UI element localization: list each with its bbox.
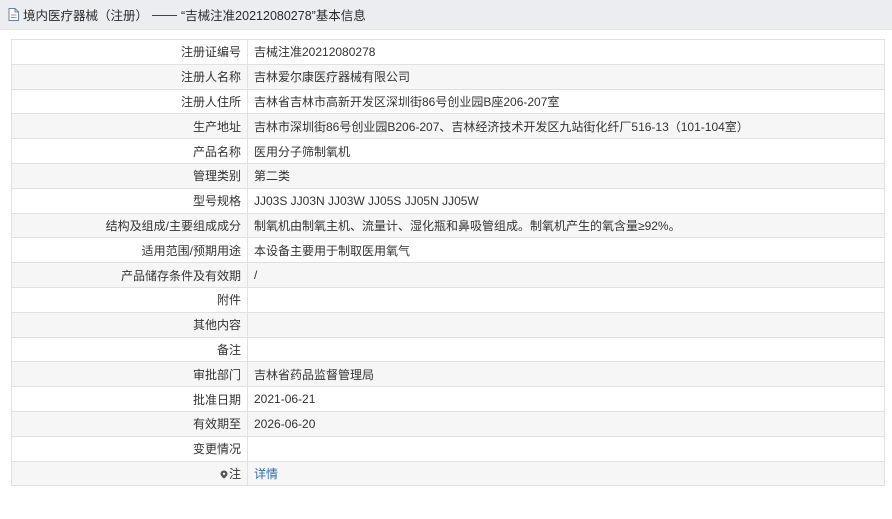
table-row: 产品名称 医用分子筛制氧机 <box>11 138 885 164</box>
field-value: 2021-06-21 <box>247 386 885 412</box>
table-row: 附件 <box>11 286 885 313</box>
note-value-cell: 详情 <box>247 460 885 487</box>
table-row: 适用范围/预期用途 本设备主要用于制取医用氧气 <box>11 237 885 264</box>
field-label: 结构及组成/主要组成成分 <box>11 212 248 239</box>
table-row: 注册证编号 吉械注准20212080278 <box>11 39 885 65</box>
field-value: 2026-06-20 <box>247 410 885 437</box>
field-label: 型号规格 <box>11 187 248 214</box>
field-label: 产品储存条件及有效期 <box>11 262 248 288</box>
table-row: 备注 <box>11 336 885 363</box>
field-value: / <box>247 262 885 288</box>
page-title: “吉械注准20212080278”基本信息 <box>181 9 366 23</box>
field-value: 吉械注准20212080278 <box>247 39 885 65</box>
table-row: 管理类别 第二类 <box>11 162 885 189</box>
field-value: 吉林市深圳街86号创业园B206-207、吉林经济技术开发区九站街化纤厂516-… <box>247 113 885 140</box>
header-section: 境内医疗器械（注册） <box>23 9 149 23</box>
field-value: 制氧机由制氧主机、流量计、湿化瓶和鼻吸管组成。制氧机产生的氧含量≥92%。 <box>247 212 885 239</box>
field-value <box>247 286 885 313</box>
field-value: 本设备主要用于制取医用氧气 <box>247 237 885 264</box>
field-value: JJ03S JJ03N JJ03W JJ05S JJ05N JJ05W <box>247 187 885 214</box>
table-row: 批准日期 2021-06-21 <box>11 386 885 412</box>
field-label: 生产地址 <box>11 113 248 140</box>
field-label: 备注 <box>11 336 248 363</box>
table-row: 结构及组成/主要组成成分 制氧机由制氧主机、流量计、湿化瓶和鼻吸管组成。制氧机产生… <box>11 212 885 239</box>
note-marker-icon <box>220 470 228 479</box>
field-label: 注册人名称 <box>11 63 248 90</box>
field-label: 批准日期 <box>11 386 248 412</box>
table-row-note: 注详情 <box>11 460 885 487</box>
field-label: 变更情况 <box>11 435 248 462</box>
table-row: 注册人名称 吉林爱尔康医疗器械有限公司 <box>11 63 885 90</box>
table-row: 有效期至 2026-06-20 <box>11 410 885 437</box>
document-icon <box>8 8 19 21</box>
header-separator: —— <box>152 7 178 22</box>
field-value: 第二类 <box>247 162 885 189</box>
details-link[interactable]: 详情 <box>254 467 278 481</box>
table-row: 型号规格 JJ03S JJ03N JJ03W JJ05S JJ05N JJ05W <box>11 187 885 214</box>
field-value <box>247 336 885 363</box>
field-value: 吉林省吉林市高新开发区深圳街86号创业园B座206-207室 <box>247 88 885 115</box>
table-row: 生产地址 吉林市深圳街86号创业园B206-207、吉林经济技术开发区九站街化纤厂… <box>11 113 885 140</box>
info-table: 注册证编号 吉械注准20212080278 注册人名称 吉林爱尔康医疗器械有限公司 注册… <box>11 39 885 487</box>
field-label: 有效期至 <box>11 410 248 437</box>
field-label: 注册人住所 <box>11 88 248 115</box>
table-row: 变更情况 <box>11 435 885 462</box>
field-label: 适用范围/预期用途 <box>11 237 248 264</box>
field-label: 审批部门 <box>11 361 248 388</box>
table-row: 产品储存条件及有效期 / <box>11 262 885 288</box>
field-value <box>247 311 885 338</box>
note-label: 注 <box>228 466 241 481</box>
field-value: 医用分子筛制氧机 <box>247 138 885 164</box>
table-row: 注册人住所 吉林省吉林市高新开发区深圳街86号创业园B座206-207室 <box>11 88 885 115</box>
field-label: 注册证编号 <box>11 39 248 65</box>
note-label-cell: 注 <box>11 460 248 487</box>
info-table-container: 注册证编号 吉械注准20212080278 注册人名称 吉林爱尔康医疗器械有限公司 注册… <box>11 39 885 487</box>
field-label: 附件 <box>11 286 248 313</box>
page-header: 境内医疗器械（注册） —— “吉械注准20212080278”基本信息 <box>0 0 892 30</box>
field-value: 吉林省药品监督管理局 <box>247 361 885 388</box>
field-label: 其他内容 <box>11 311 248 338</box>
field-value <box>247 435 885 462</box>
table-row: 其他内容 <box>11 311 885 338</box>
field-label: 管理类别 <box>11 162 248 189</box>
field-label: 产品名称 <box>11 138 248 164</box>
table-row: 审批部门 吉林省药品监督管理局 <box>11 361 885 388</box>
field-value: 吉林爱尔康医疗器械有限公司 <box>247 63 885 90</box>
